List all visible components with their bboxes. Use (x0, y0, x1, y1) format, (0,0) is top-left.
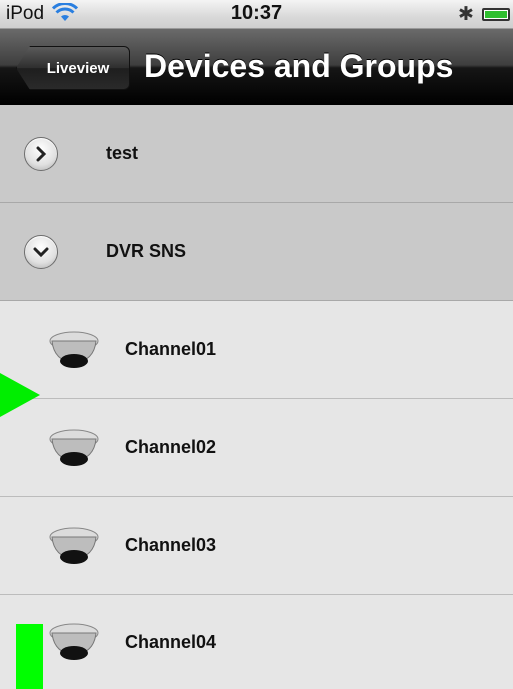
channel-label: Channel03 (125, 535, 217, 555)
channel-label: Channel04 (125, 631, 217, 652)
status-bar: iPod 10:37 ✱ (0, 0, 513, 29)
group-label: DVR SNS (106, 241, 187, 261)
dome-camera-icon (49, 527, 99, 564)
channel-row[interactable]: Channel01 (0, 301, 513, 399)
channel-row[interactable]: Channel03 (0, 497, 513, 595)
dome-camera-icon (49, 331, 99, 368)
page-title: Devices and Groups (144, 48, 454, 84)
highlight-marker (16, 624, 43, 689)
group-label: test (106, 143, 139, 163)
chevron-down-icon[interactable] (24, 234, 58, 269)
channel-row[interactable]: Channel02 (0, 399, 513, 497)
dome-camera-icon (49, 429, 99, 466)
battery-icon (482, 8, 510, 21)
channel-label: Channel02 (125, 437, 217, 457)
navigation-bar: Liveview Devices and Groups (0, 29, 513, 105)
channel-row[interactable]: Channel04 (0, 595, 513, 689)
liveview-back-button[interactable]: Liveview (16, 46, 130, 90)
channel-label: Channel01 (125, 339, 217, 359)
bluetooth-icon: ✱ (458, 4, 474, 25)
group-row-test[interactable]: test (0, 105, 513, 203)
status-time: 10:37 (230, 2, 283, 24)
pointer-arrow-marker (0, 373, 40, 417)
group-row-dvr-sns[interactable]: DVR SNS (0, 203, 513, 301)
chevron-right-icon[interactable] (24, 136, 58, 171)
dome-camera-icon (49, 623, 99, 660)
